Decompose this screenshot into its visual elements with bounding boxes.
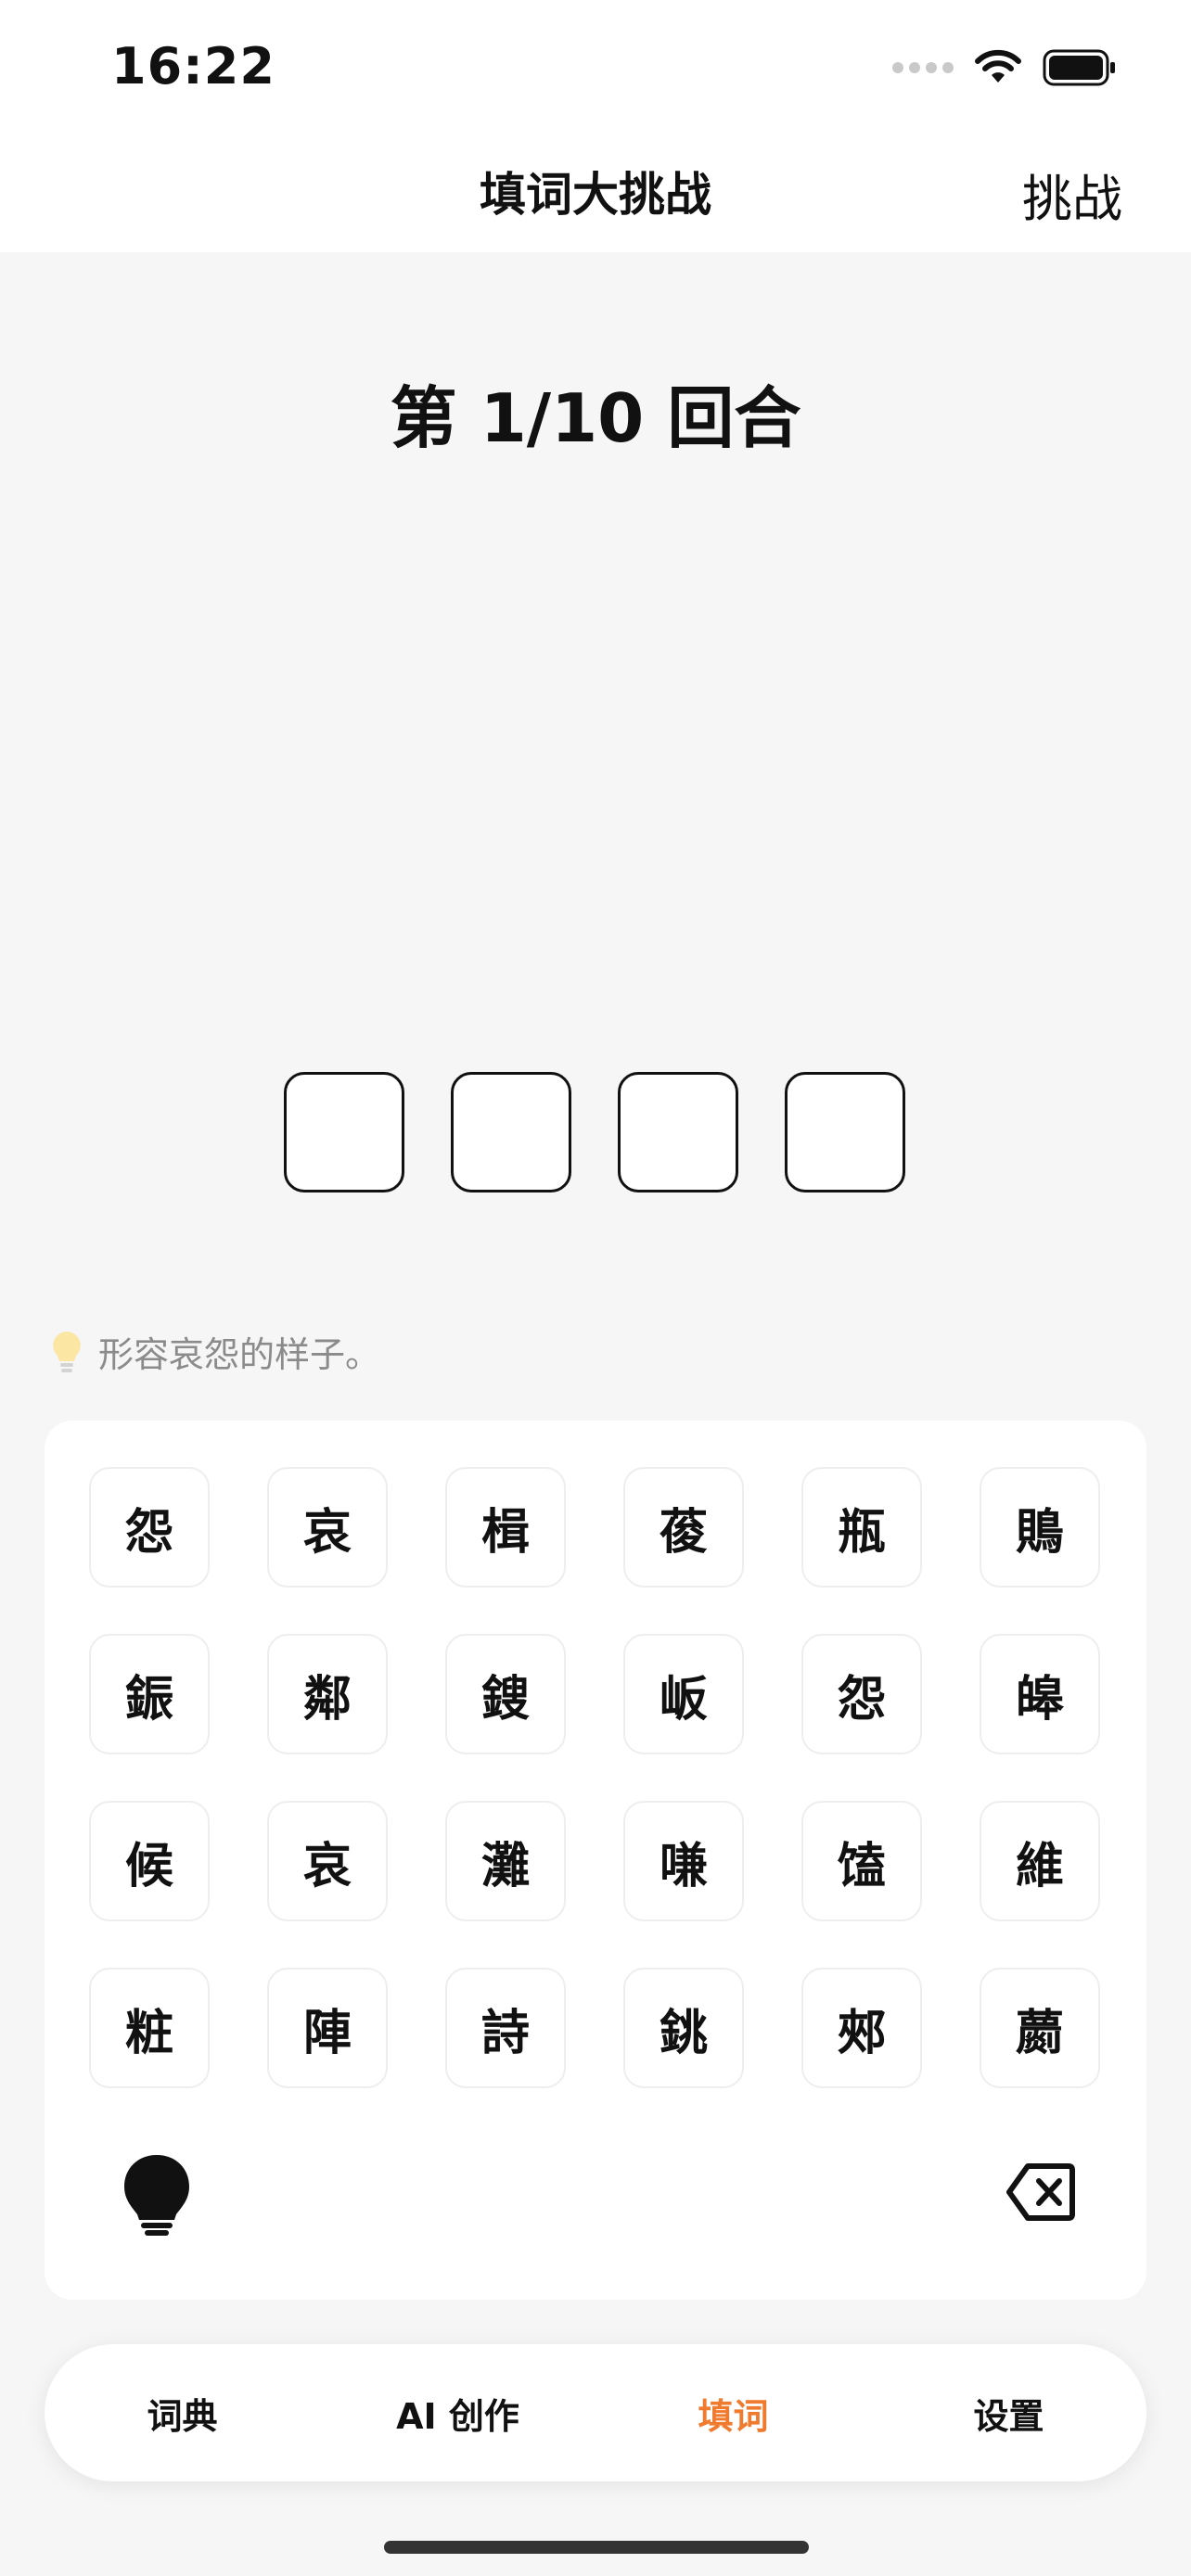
char-key[interactable]: 怨 [89,1467,210,1588]
answer-slots [284,1072,905,1192]
battery-icon [1043,49,1115,86]
backspace-icon[interactable] [1005,2162,1076,2222]
cellular-signal-icon [892,62,954,73]
char-key[interactable]: 維 [980,1801,1100,1921]
challenge-button[interactable]: 挑战 [1022,158,1122,231]
char-key[interactable]: 蘮 [980,1968,1100,2088]
char-key[interactable]: 葰 [623,1467,744,1588]
char-key[interactable]: 鋠 [89,1634,210,1754]
char-key[interactable]: 鎪 [445,1634,566,1754]
hint-text: 形容哀怨的样子。 [98,1334,381,1375]
char-key[interactable]: 陣 [267,1968,388,2088]
bottom-tab-bar: 词典 AI 创作 填词 设置 [45,2344,1146,2481]
char-key[interactable]: 候 [89,1801,210,1921]
answer-slot[interactable] [618,1072,738,1192]
char-key[interactable]: 哀 [267,1801,388,1921]
tab-settings[interactable]: 设置 [871,2388,1146,2439]
top-bar: 16:22 填词大挑战 挑战 [0,0,1191,252]
answer-slot[interactable] [785,1072,905,1192]
home-indicator [384,2541,809,2554]
char-key[interactable]: 鄰 [267,1634,388,1754]
status-time: 16:22 [111,37,275,96]
answer-slot[interactable] [284,1072,404,1192]
answer-slot[interactable] [451,1072,571,1192]
char-key[interactable]: 哀 [267,1467,388,1588]
char-key[interactable]: 詩 [445,1968,566,2088]
character-keyboard: 怨 哀 楫 葰 瓶 鵙 鋠 鄰 鎪 岅 怨 皞 候 哀 灘 嗛 馌 維 粧 陣 … [45,1421,1146,2300]
tab-fill-words[interactable]: 填词 [596,2388,871,2439]
hint-line: 形容哀怨的样子。 [50,1326,380,1377]
tab-ai-create[interactable]: AI 创作 [320,2388,596,2439]
char-key[interactable]: 粧 [89,1968,210,2088]
char-key[interactable]: 怨 [801,1634,922,1754]
lightbulb-hint-icon[interactable] [119,2153,195,2237]
round-title: 第 1/10 回合 [390,379,801,457]
wifi-icon [975,49,1021,83]
status-icons [892,45,1117,91]
key-grid: 怨 哀 楫 葰 瓶 鵙 鋠 鄰 鎪 岅 怨 皞 候 哀 灘 嗛 馌 維 粧 陣 … [89,1467,1100,2088]
char-key[interactable]: 銚 [623,1968,744,2088]
char-key[interactable]: 岅 [623,1634,744,1754]
char-key[interactable]: 楫 [445,1467,566,1588]
char-key[interactable]: 鵙 [980,1467,1100,1588]
char-key[interactable]: 馌 [801,1801,922,1921]
char-key[interactable]: 灘 [445,1801,566,1921]
char-key[interactable]: 郟 [801,1968,922,2088]
char-key[interactable]: 嗛 [623,1801,744,1921]
lightbulb-icon [53,1331,81,1372]
page-title: 填词大挑战 [480,168,711,222]
char-key[interactable]: 瓶 [801,1467,922,1588]
tab-dictionary[interactable]: 词典 [45,2388,320,2439]
char-key[interactable]: 皞 [980,1634,1100,1754]
